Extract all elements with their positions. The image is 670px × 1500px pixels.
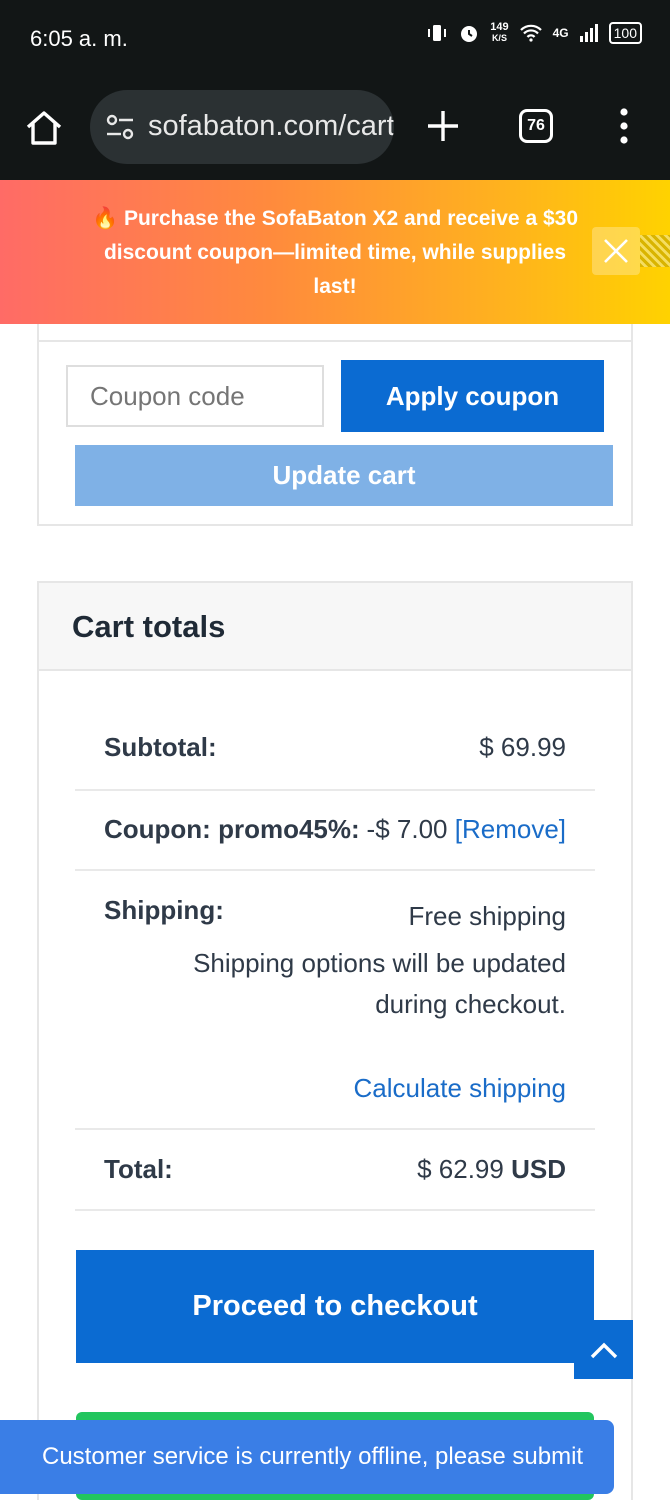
- menu-icon[interactable]: [614, 106, 634, 146]
- close-icon: [604, 239, 628, 263]
- coupon-code-input[interactable]: [66, 365, 324, 427]
- divider: [75, 869, 595, 871]
- promo-text: 🔥 Purchase the SofaBaton X2 and receive …: [90, 202, 580, 304]
- remove-coupon-link[interactable]: [Remove]: [455, 814, 566, 844]
- network-speed: 149 K/S: [490, 22, 508, 44]
- cart-table-edge: [37, 324, 633, 340]
- alarm-icon: [461, 26, 478, 42]
- update-cart-button[interactable]: Update cart: [75, 445, 613, 506]
- chat-message: Customer service is currently offline, p…: [42, 1443, 584, 1470]
- scroll-to-top-button[interactable]: [574, 1320, 633, 1379]
- promo-banner: 🔥 Purchase the SofaBaton X2 and receive …: [0, 180, 670, 324]
- shipping-note-line-2: during checkout.: [375, 989, 566, 1019]
- status-time: 6:05 a. m.: [30, 26, 128, 51]
- coupon-value: -$ 7.00: [366, 814, 448, 844]
- total-value: $ 62.99: [417, 1154, 504, 1184]
- shipping-note-line-1: Shipping options will be updated: [193, 948, 566, 978]
- promo-message: Purchase the SofaBaton X2 and receive a …: [103, 207, 579, 298]
- divider: [75, 1209, 595, 1211]
- shipping-label: Shipping:: [104, 895, 224, 925]
- signal-icon: [579, 24, 598, 42]
- promo-close-button[interactable]: [592, 227, 640, 275]
- promo-decoration: [640, 235, 670, 267]
- network-type: 4G: [552, 26, 569, 40]
- cart-totals-title: Cart totals: [72, 609, 226, 644]
- fire-icon: 🔥: [91, 207, 119, 230]
- status-bar: 6:05 a. m. 149 K/S 4G 100: [0, 0, 670, 78]
- home-icon[interactable]: [22, 106, 66, 150]
- coupon-discount: -$ 7.00 [Remove]: [367, 814, 566, 845]
- proceed-to-checkout-button[interactable]: Proceed to checkout: [76, 1250, 594, 1363]
- shipping-value: Free shipping: [408, 901, 566, 931]
- browser-toolbar: sofabaton.com/cart 76: [0, 78, 670, 180]
- status-icons: 149 K/S 4G 100: [426, 22, 642, 44]
- vibrate-icon: [428, 25, 447, 41]
- total-amount: $ 62.99 USD: [417, 1154, 566, 1185]
- wifi-icon: [519, 24, 542, 42]
- site-settings-icon[interactable]: [106, 114, 134, 140]
- total-currency: USD: [511, 1154, 566, 1184]
- new-tab-icon[interactable]: [425, 108, 461, 144]
- calculate-shipping-link[interactable]: Calculate shipping: [354, 1073, 566, 1104]
- chevron-up-icon: [590, 1342, 617, 1358]
- subtotal-label: Subtotal:: [104, 732, 217, 762]
- customer-service-chat-bar[interactable]: Customer service is currently offline, p…: [0, 1420, 614, 1494]
- total-label: Total:: [104, 1154, 173, 1184]
- subtotal-value: $ 69.99: [479, 732, 566, 762]
- apply-coupon-button[interactable]: Apply coupon: [341, 360, 604, 432]
- speed-unit: K/S: [491, 33, 507, 43]
- battery-indicator: 100: [608, 22, 642, 44]
- url-text: sofabaton.com/cart: [148, 110, 394, 142]
- cart-totals-header: Cart totals: [39, 583, 631, 671]
- address-bar[interactable]: sofabaton.com/cart: [90, 90, 394, 164]
- divider: [75, 1128, 595, 1130]
- coupon-label: Coupon: promo45%:: [104, 814, 360, 844]
- speed-value: 149: [490, 21, 509, 33]
- divider: [75, 789, 595, 791]
- tabs-icon[interactable]: 76: [519, 109, 553, 143]
